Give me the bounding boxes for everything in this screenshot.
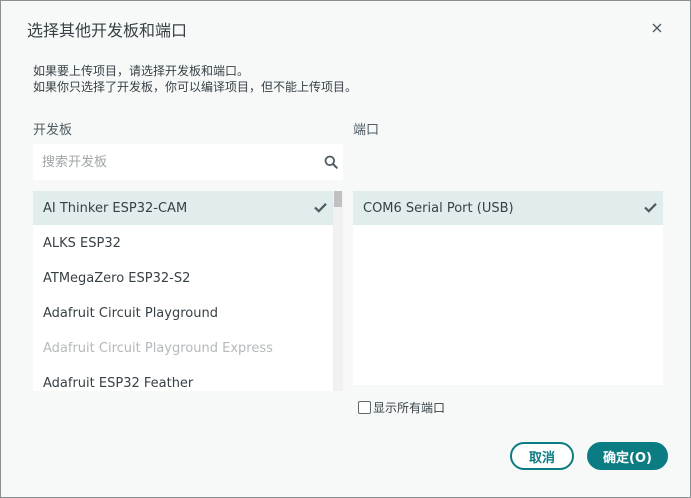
check-icon: [644, 203, 657, 213]
ports-label: 端口: [353, 123, 380, 138]
board-item[interactable]: Adafruit Circuit Playground: [33, 296, 333, 330]
board-search-input[interactable]: [33, 144, 319, 180]
board-item[interactable]: ALKS ESP32: [33, 226, 333, 260]
board-item: Adafruit Circuit Playground Express: [33, 331, 333, 365]
port-list: COM6 Serial Port (USB): [353, 191, 663, 385]
description-line-1: 如果要上传项目，请选择开发板和端口。: [33, 64, 250, 78]
close-icon[interactable]: [647, 18, 667, 38]
search-icon[interactable]: [324, 155, 338, 169]
show-all-ports-checkbox[interactable]: [358, 400, 371, 414]
show-all-ports-option[interactable]: 显示所有端口: [358, 399, 445, 415]
board-item-label: Adafruit Circuit Playground: [43, 305, 218, 321]
description-line-2: 如果你只选择了开发板，你可以编译项目，但不能上传项目。: [33, 80, 358, 94]
show-all-ports-label: 显示所有端口: [373, 400, 446, 415]
dialog-description: 如果要上传项目，请选择开发板和端口。 如果你只选择了开发板，你可以编译项目，但不…: [33, 63, 357, 95]
board-list: AI Thinker ESP32-CAM ALKS ESP32 ATMegaZe…: [33, 191, 343, 391]
ok-button[interactable]: 确定(O): [587, 442, 668, 470]
board-item[interactable]: Adafruit ESP32 Feather: [33, 366, 333, 391]
cancel-button[interactable]: 取消: [510, 442, 574, 470]
board-item-label: Adafruit ESP32 Feather: [43, 375, 194, 391]
port-item-label: COM6 Serial Port (USB): [363, 200, 514, 216]
board-list-scrollbar[interactable]: [333, 191, 343, 391]
board-item[interactable]: AI Thinker ESP32-CAM: [33, 191, 333, 225]
check-icon: [314, 203, 327, 213]
board-item-label: AI Thinker ESP32-CAM: [43, 200, 188, 216]
boards-label: 开发板: [33, 123, 73, 138]
board-search-box: [33, 144, 343, 180]
select-board-dialog: 选择其他开发板和端口 如果要上传项目，请选择开发板和端口。 如果你只选择了开发板…: [0, 0, 691, 498]
board-item-label: ATMegaZero ESP32-S2: [43, 270, 191, 286]
board-item-label: Adafruit Circuit Playground Express: [43, 340, 273, 356]
port-item[interactable]: COM6 Serial Port (USB): [353, 191, 663, 225]
board-item[interactable]: ATMegaZero ESP32-S2: [33, 261, 333, 295]
scrollbar-thumb[interactable]: [334, 191, 342, 207]
dialog-title: 选择其他开发板和端口: [27, 21, 188, 40]
board-item-label: ALKS ESP32: [43, 235, 121, 251]
